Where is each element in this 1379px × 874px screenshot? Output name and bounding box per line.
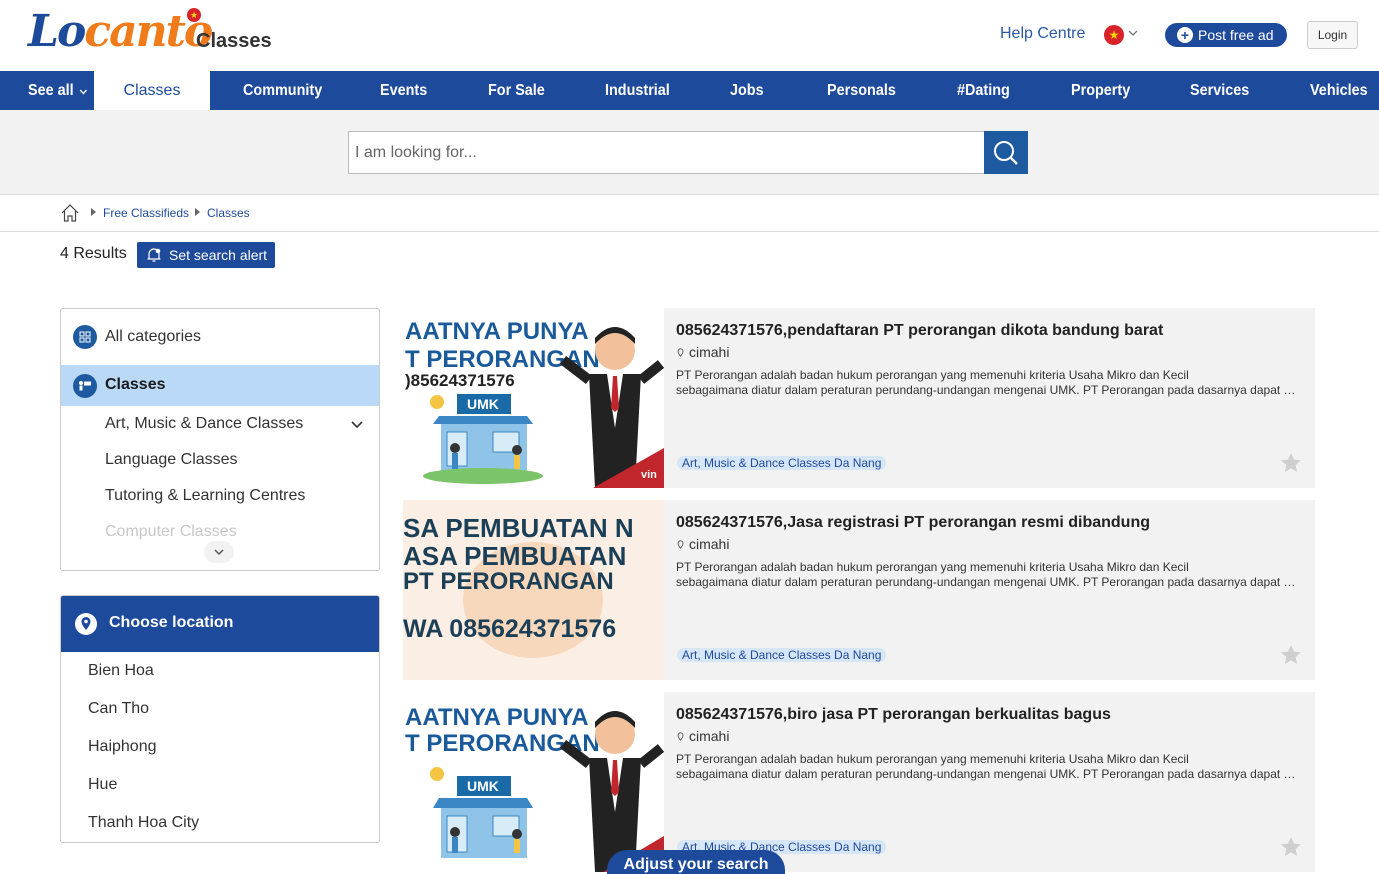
results-count: 4 Results bbox=[60, 245, 127, 262]
search-button[interactable] bbox=[984, 131, 1028, 174]
chevron-down-icon[interactable] bbox=[1128, 26, 1138, 40]
nav-jobs[interactable]: Jobs bbox=[730, 71, 764, 110]
svg-text:ASA PEMBUATAN: ASA PEMBUATAN bbox=[403, 541, 626, 571]
nav-services[interactable]: Services bbox=[1190, 71, 1249, 110]
listing-title[interactable]: 085624371576,Jasa registrasi PT perorang… bbox=[676, 514, 1150, 532]
location-filter: Choose location Bien Hoa Can Tho Haiphon… bbox=[60, 595, 380, 843]
listing-location: cimahi bbox=[676, 728, 729, 744]
svg-text:AATNYA PUNYA: AATNYA PUNYA bbox=[405, 318, 589, 345]
adjust-search-button[interactable]: Adjust your search bbox=[607, 850, 785, 874]
plus-icon: + bbox=[1177, 27, 1193, 43]
nav-events[interactable]: Events bbox=[380, 71, 427, 110]
listing-title[interactable]: 085624371576,biro jasa PT perorangan ber… bbox=[676, 706, 1111, 724]
nav-personals[interactable]: Personals bbox=[827, 71, 896, 110]
listing-card[interactable]: SA PEMBUATAN N ASA PEMBUATAN PT PERORANG… bbox=[403, 500, 1315, 680]
breadcrumb-separator-icon bbox=[195, 208, 200, 216]
location-pin-icon bbox=[75, 613, 97, 635]
subcategory-tutoring[interactable]: Tutoring & Learning Centres bbox=[105, 487, 305, 505]
current-category-classes[interactable]: Classes bbox=[61, 365, 379, 406]
nav-vehicles[interactable]: Vehicles bbox=[1310, 71, 1368, 110]
svg-text:WA 085624371576: WA 085624371576 bbox=[403, 615, 616, 643]
breadcrumb: Free Classifieds Classes bbox=[0, 195, 1379, 232]
search-band bbox=[0, 110, 1379, 195]
location-pin-icon bbox=[677, 540, 684, 549]
listing-card[interactable]: AATNYA PUNYA T PERORANGAN )85624371576 U… bbox=[403, 308, 1315, 488]
locanto-logo[interactable]: Locanto bbox=[28, 8, 213, 56]
nav-classes[interactable]: Classes bbox=[94, 71, 210, 110]
search-icon bbox=[994, 141, 1018, 165]
location-bien-hoa[interactable]: Bien Hoa bbox=[88, 662, 154, 680]
favorite-star-icon[interactable] bbox=[1279, 451, 1303, 475]
country-flag-icon[interactable]: ★ bbox=[1104, 25, 1124, 45]
subcategory-computer[interactable]: Computer Classes bbox=[105, 523, 237, 541]
login-button[interactable]: Login bbox=[1307, 21, 1358, 49]
all-categories-label: All categories bbox=[105, 328, 202, 345]
location-pin-icon bbox=[677, 732, 684, 741]
listing-description: PT Perorangan adalah badan hukum peroran… bbox=[676, 560, 1302, 589]
post-free-ad-button[interactable]: + Post free ad bbox=[1165, 23, 1287, 47]
chevron-down-icon bbox=[76, 86, 87, 98]
post-free-ad-label: Post free ad bbox=[1198, 27, 1274, 43]
vietnam-flag-icon: ★ bbox=[187, 8, 201, 22]
set-search-alert-button[interactable]: Set search alert bbox=[137, 242, 275, 268]
breadcrumb-free-classifieds[interactable]: Free Classifieds bbox=[103, 206, 189, 220]
home-icon[interactable] bbox=[60, 203, 80, 223]
svg-text:vin: vin bbox=[641, 469, 657, 481]
section-title: Classes bbox=[196, 30, 272, 52]
svg-text:AATNYA PUNYA: AATNYA PUNYA bbox=[405, 704, 589, 731]
listing-thumbnail[interactable]: SA PEMBUATAN N ASA PEMBUATAN PT PERORANG… bbox=[403, 500, 664, 680]
choose-location-header[interactable]: Choose location bbox=[61, 596, 379, 652]
nav-see-all[interactable]: See all bbox=[28, 71, 87, 110]
location-haiphong[interactable]: Haiphong bbox=[88, 738, 157, 756]
breadcrumb-classes[interactable]: Classes bbox=[207, 206, 250, 220]
nav-for-sale[interactable]: For Sale bbox=[488, 71, 545, 110]
listing-thumbnail[interactable]: AATNYA PUNYA T PERORANGAN )85624371576 U… bbox=[403, 308, 664, 488]
chevron-down-icon[interactable] bbox=[350, 419, 364, 429]
show-more-categories-button[interactable] bbox=[204, 541, 234, 563]
listing-description: PT Perorangan adalah badan hukum peroran… bbox=[676, 368, 1302, 397]
favorite-star-icon[interactable] bbox=[1279, 835, 1303, 859]
choose-location-title: Choose location bbox=[109, 614, 234, 631]
location-can-tho[interactable]: Can Tho bbox=[88, 700, 149, 718]
listing-card[interactable]: AATNYA PUNYA T PERORANGAN UMK 0856243715… bbox=[403, 692, 1315, 872]
chevron-down-icon bbox=[214, 549, 224, 556]
bell-icon bbox=[147, 248, 161, 262]
svg-text:)85624371576: )85624371576 bbox=[405, 371, 515, 390]
svg-text:UMK: UMK bbox=[467, 396, 499, 412]
current-category-label: Classes bbox=[105, 376, 166, 393]
favorite-star-icon[interactable] bbox=[1279, 643, 1303, 667]
location-hue[interactable]: Hue bbox=[88, 776, 117, 794]
subcategory-language[interactable]: Language Classes bbox=[105, 451, 238, 469]
svg-text:UMK: UMK bbox=[467, 778, 499, 794]
search-input[interactable] bbox=[348, 131, 985, 174]
site-header: Locanto ★ Classes Help Centre ★ + Post f… bbox=[0, 0, 1379, 71]
all-categories-item[interactable]: All categories bbox=[61, 309, 379, 365]
listing-title[interactable]: 085624371576,pendaftaran PT perorangan d… bbox=[676, 322, 1163, 340]
listing-category-tag[interactable]: Art, Music & Dance Classes Da Nang bbox=[677, 648, 887, 662]
nav-industrial[interactable]: Industrial bbox=[605, 71, 670, 110]
category-filter: All categories Classes Art, Music & Danc… bbox=[60, 308, 380, 571]
svg-text:PT PERORANGAN: PT PERORANGAN bbox=[403, 568, 614, 595]
listing-description: PT Perorangan adalah badan hukum peroran… bbox=[676, 752, 1302, 781]
nav-community[interactable]: Community bbox=[243, 71, 322, 110]
help-centre-link[interactable]: Help Centre bbox=[1000, 25, 1085, 43]
breadcrumb-separator-icon bbox=[91, 208, 96, 216]
nav-dating[interactable]: #Dating bbox=[957, 71, 1010, 110]
location-thanh-hoa[interactable]: Thanh Hoa City bbox=[88, 814, 199, 832]
nav-property[interactable]: Property bbox=[1071, 71, 1130, 110]
svg-text:SA PEMBUATAN N: SA PEMBUATAN N bbox=[403, 513, 634, 543]
grid-icon bbox=[73, 325, 97, 349]
classes-icon bbox=[73, 374, 97, 398]
listing-thumbnail[interactable]: AATNYA PUNYA T PERORANGAN UMK bbox=[403, 692, 664, 872]
listing-location: cimahi bbox=[676, 344, 729, 360]
location-pin-icon bbox=[677, 348, 684, 357]
listing-location: cimahi bbox=[676, 536, 729, 552]
listing-category-tag[interactable]: Art, Music & Dance Classes Da Nang bbox=[677, 456, 887, 470]
subcategory-art-music-dance[interactable]: Art, Music & Dance Classes bbox=[105, 415, 303, 433]
category-nav: See all Classes Community Events For Sal… bbox=[0, 71, 1379, 110]
